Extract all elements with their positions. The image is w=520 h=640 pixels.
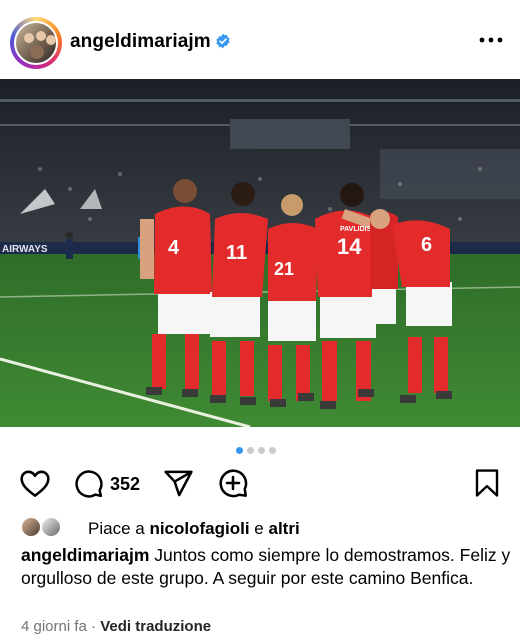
post-header: angeldimariajm xyxy=(0,0,520,80)
comments-count[interactable]: 352 xyxy=(110,474,140,495)
profile-avatar[interactable] xyxy=(10,17,62,69)
verified-badge-icon xyxy=(216,33,230,49)
likes-others[interactable]: altri xyxy=(268,519,299,538)
player-number: 14 xyxy=(337,234,362,259)
avatar-image xyxy=(14,21,58,65)
player-number: 4 xyxy=(168,237,180,259)
action-bar xyxy=(0,466,520,502)
carousel-dot-active xyxy=(236,447,243,454)
liker-avatar xyxy=(40,516,62,538)
see-translation-link[interactable]: Vedi traduzione xyxy=(100,618,211,635)
player-number: 11 xyxy=(226,242,247,264)
likes-prefix: Piace a xyxy=(88,519,145,538)
player-name: PAVLIDIS xyxy=(340,226,372,233)
liker-avatar xyxy=(20,516,42,538)
share-icon[interactable] xyxy=(163,469,194,498)
post-caption: angeldimariajm Juntos como siempre lo de… xyxy=(21,544,511,590)
player-number: 21 xyxy=(274,259,294,279)
bookmark-icon[interactable] xyxy=(474,468,500,498)
post-photo[interactable]: AIRWAYS 4 11 21 PAVLIDIS 14 6 xyxy=(0,79,520,427)
photo-illustration: AIRWAYS 4 11 21 PAVLIDIS 14 6 xyxy=(0,79,520,427)
heart-icon[interactable] xyxy=(19,468,51,498)
player-number: 6 xyxy=(421,234,432,256)
carousel-indicator xyxy=(236,441,280,454)
carousel-dot xyxy=(269,447,276,454)
remix-icon[interactable] xyxy=(217,467,249,499)
ad-board-text: AIRWAYS xyxy=(2,244,48,255)
post-meta: 4 giorni fa · Vedi traduzione xyxy=(21,618,211,635)
username-link[interactable]: angeldimariajm xyxy=(70,31,211,53)
carousel-dot xyxy=(247,447,254,454)
likes-text: Piace a nicolofagioli e altri xyxy=(88,519,300,539)
comment-icon[interactable] xyxy=(73,468,104,499)
caption-username[interactable]: angeldimariajm xyxy=(21,545,149,565)
likes-conjunction: e xyxy=(254,519,264,538)
post-time: 4 giorni fa xyxy=(21,618,87,635)
liker-username[interactable]: nicolofagioli xyxy=(149,519,249,538)
meta-separator: · xyxy=(91,618,97,635)
carousel-dot xyxy=(258,447,265,454)
more-options-icon[interactable] xyxy=(478,32,504,48)
